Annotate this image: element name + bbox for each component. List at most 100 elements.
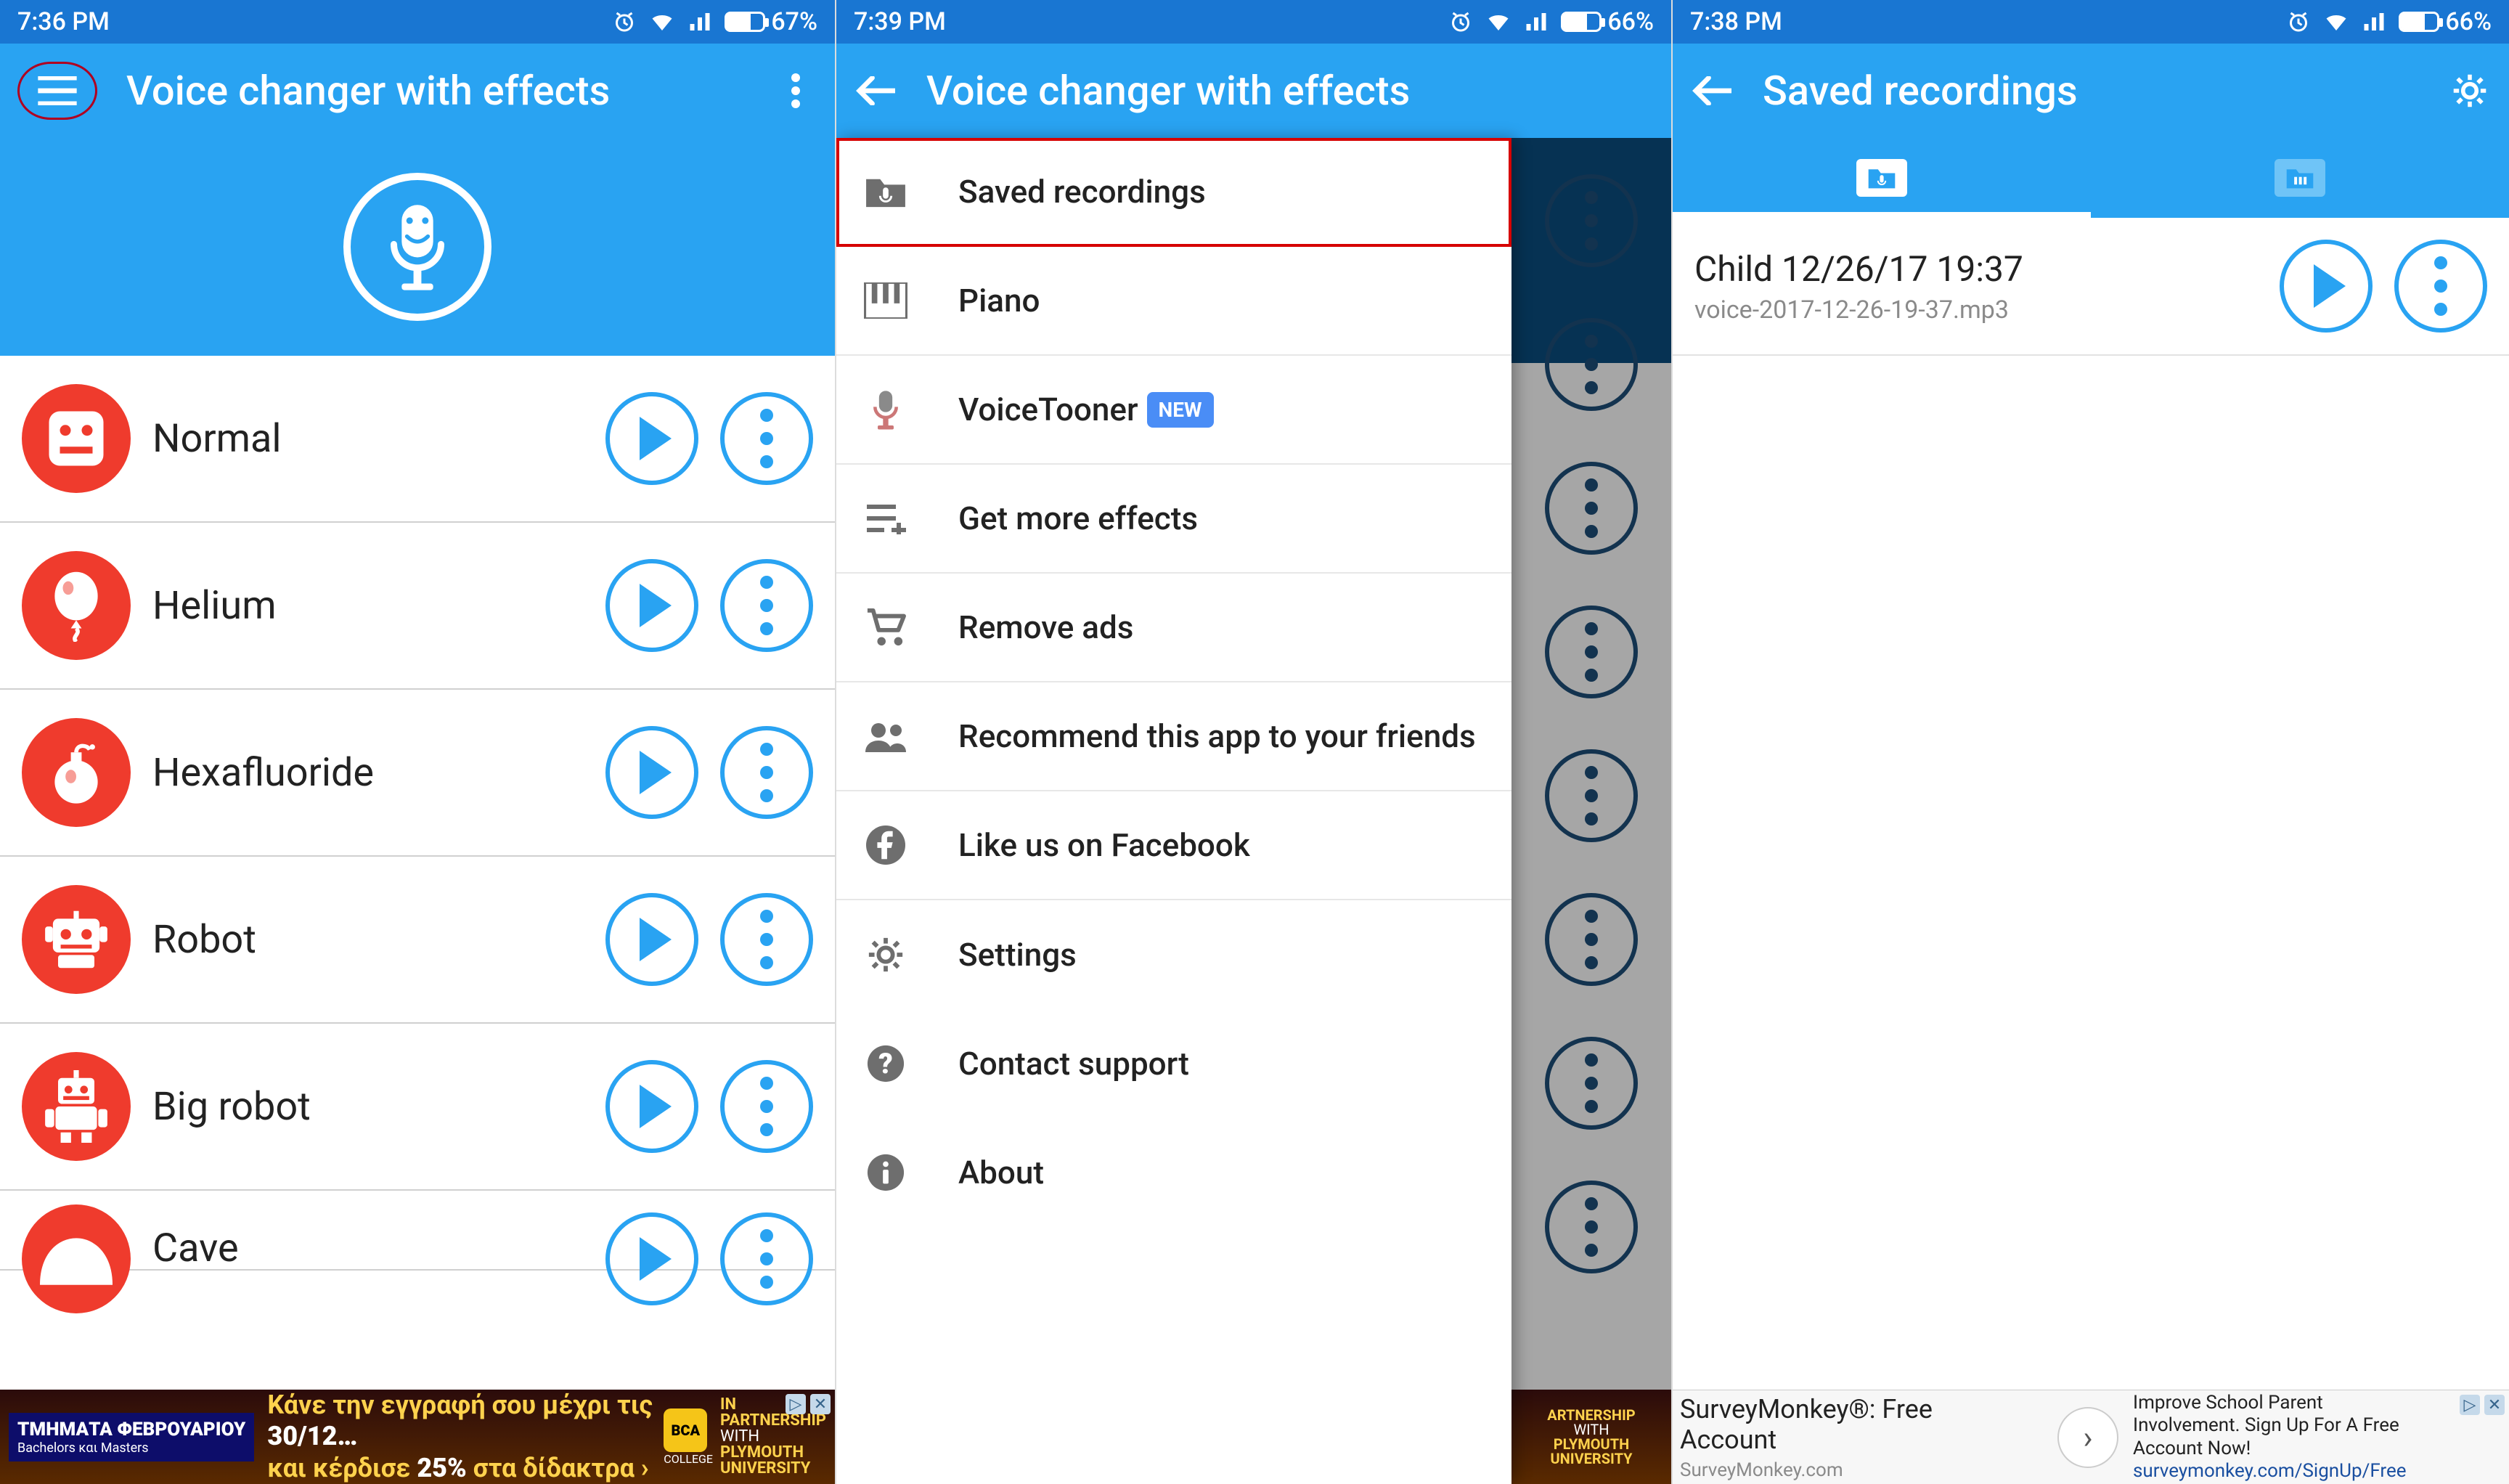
ad-url: surveymonkey.com/SignUp/Free [2133, 1460, 2502, 1483]
ad-close-icon[interactable]: ✕ [2484, 1395, 2505, 1415]
tab-bar [1673, 138, 2509, 218]
app-title: Voice changer with effects [926, 67, 1654, 115]
status-bar: 7:38 PM 66% [1673, 0, 2509, 44]
ad-close-icon[interactable]: ✕ [810, 1394, 831, 1414]
drawer-item-remove-ads[interactable]: Remove ads [836, 574, 1511, 682]
effect-row-big-robot: Big robot [0, 1024, 835, 1191]
drawer-label: Settings [958, 935, 1491, 975]
ad-text: WITH [720, 1429, 826, 1445]
effect-row-robot: Robot [0, 857, 835, 1024]
drawer-label: Like us on Facebook [958, 825, 1491, 865]
effect-row-cave-partial: Cave [0, 1191, 835, 1271]
ad-text: στα δίδακτρα › [467, 1453, 649, 1483]
play-button[interactable] [2280, 240, 2373, 333]
recording-row: Child 12/26/17 19:37 voice-2017-12-26-19… [1673, 218, 2509, 356]
effect-row-helium: Helium [0, 523, 835, 690]
more-button[interactable] [720, 392, 813, 485]
more-button[interactable] [720, 1212, 813, 1305]
ad-text: και κέρδισε [267, 1453, 417, 1483]
drawer-item-voicetooner[interactable]: VoiceTooner NEW [836, 356, 1511, 465]
mic-color-icon [857, 388, 915, 431]
ad-banner-partial[interactable]: ARTNERSHIP WITH PLYMOUTH UNIVERSITY [1511, 1390, 1671, 1484]
play-button[interactable] [605, 893, 698, 986]
settings-button[interactable] [2448, 69, 2492, 113]
recording-filename: voice-2017-12-26-19-37.mp3 [1694, 295, 2258, 325]
drawer-item-recommend[interactable]: Recommend this app to your friends [836, 682, 1511, 791]
signal-icon [1523, 9, 1549, 35]
play-button[interactable] [605, 1060, 698, 1153]
alarm-icon [611, 9, 637, 35]
ad-text: Κάνε την εγγραφή σου μέχρι τις [267, 1390, 653, 1420]
ad-text: SurveyMonkey®: Free [1680, 1394, 2043, 1424]
drawer-item-piano[interactable]: Piano [836, 247, 1511, 356]
drawer-item-facebook[interactable]: Like us on Facebook [836, 791, 1511, 900]
more-button[interactable] [720, 893, 813, 986]
info-icon [857, 1153, 915, 1192]
ad-go-button[interactable]: › [2057, 1407, 2118, 1468]
drawer-label: About [958, 1153, 1491, 1193]
effects-list[interactable]: Normal Helium Hexafluoride [0, 356, 835, 1271]
robot-icon [22, 885, 131, 994]
alarm-icon [2285, 9, 2312, 35]
ad-text: Improve School Parent [2133, 1392, 2502, 1414]
record-button[interactable] [343, 173, 491, 321]
gear-icon [857, 935, 915, 974]
effect-label: Helium [152, 583, 584, 629]
recording-title: Child 12/26/17 19:37 [1694, 248, 2258, 290]
tab-piano[interactable] [2091, 138, 2509, 218]
overflow-button[interactable] [774, 69, 817, 113]
screen-main: 7:36 PM 67% Voice changer with effects [0, 0, 836, 1484]
drawer-label: Contact support [958, 1044, 1491, 1084]
adchoices-icon[interactable]: ▷ [786, 1394, 806, 1414]
ad-text: Account [1680, 1424, 2043, 1455]
bca-logo: BCA [664, 1408, 707, 1452]
tab-voice[interactable] [1673, 138, 2091, 218]
ad-left-text: ΤΜΗΜΑΤΑ ΦΕΒΡΟΥΑΡΙΟΥ [17, 1419, 245, 1440]
drawer-item-support[interactable]: ? Contact support [836, 1009, 1511, 1118]
effect-row-hexafluoride: Hexafluoride [0, 690, 835, 857]
svg-text:?: ? [878, 1048, 893, 1081]
ad-banner[interactable]: ▷ ✕ SurveyMonkey®: Free Account SurveyMo… [1673, 1390, 2509, 1484]
more-button[interactable] [720, 726, 813, 819]
drawer-item-about[interactable]: About [836, 1118, 1511, 1227]
piano-icon [857, 282, 915, 319]
drawer-item-settings[interactable]: Settings [836, 900, 1511, 1009]
play-button[interactable] [605, 559, 698, 652]
battery-indicator: 66% [1561, 7, 1654, 36]
menu-button[interactable] [36, 69, 79, 113]
effect-label: Big robot [152, 1084, 584, 1130]
more-button[interactable] [720, 1060, 813, 1153]
play-button[interactable] [605, 726, 698, 819]
effect-label: Hexafluoride [152, 750, 584, 796]
facebook-icon [857, 825, 915, 865]
play-button[interactable] [605, 1212, 698, 1305]
signal-icon [2361, 9, 2387, 35]
app-bar: Voice changer with effects [836, 44, 1671, 138]
drawer-item-more-effects[interactable]: Get more effects [836, 465, 1511, 574]
more-button[interactable] [2394, 240, 2487, 333]
effect-label: Robot [152, 917, 584, 963]
bomb-icon [22, 718, 131, 827]
battery-percent: 67% [771, 7, 817, 36]
app-bar: Saved recordings [1673, 44, 2509, 138]
battery-percent: 66% [2445, 7, 2492, 36]
play-button[interactable] [605, 392, 698, 485]
drawer-label: Remove ads [958, 608, 1491, 648]
folder-mic-icon [857, 174, 915, 210]
ad-text: UNIVERSITY [1550, 1450, 1632, 1467]
more-button[interactable] [720, 559, 813, 652]
ad-banner[interactable]: ▷ ✕ ΤΜΗΜΑΤΑ ΦΕΒΡΟΥΑΡΙΟΥ Bachelors και Ma… [0, 1390, 835, 1484]
drawer-label: Saved recordings [958, 172, 1491, 212]
adchoices-icon[interactable]: ▷ [2460, 1395, 2480, 1415]
drawer-label: Get more effects [958, 499, 1491, 539]
back-button[interactable] [1690, 69, 1734, 113]
drawer-item-saved-recordings[interactable]: Saved recordings [836, 138, 1511, 247]
folder-piano-icon [2275, 159, 2325, 197]
record-header [0, 138, 835, 356]
ad-text: UNIVERSITY [720, 1459, 810, 1477]
big-robot-icon [22, 1052, 131, 1161]
back-button[interactable] [854, 69, 897, 113]
ad-text: 25% [417, 1453, 466, 1483]
bca-subtext: COLLEGE [664, 1452, 713, 1466]
help-icon: ? [857, 1044, 915, 1083]
